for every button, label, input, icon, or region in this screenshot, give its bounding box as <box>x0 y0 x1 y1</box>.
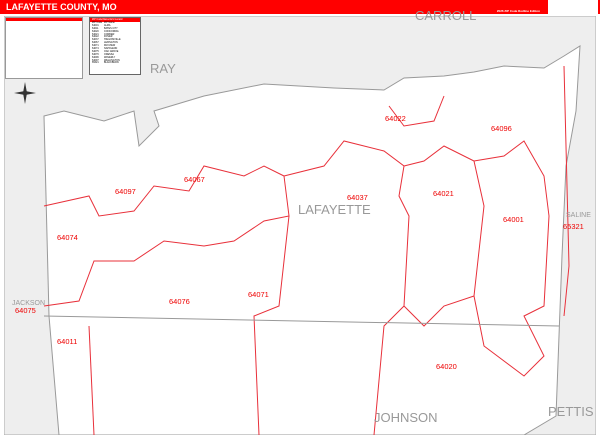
zip-label: 64020 <box>436 362 457 371</box>
zip-label: 64022 <box>385 114 406 123</box>
edition-label: 2026 ZIP Code Redline Edition <box>496 9 540 13</box>
zip-label: 64067 <box>184 175 205 184</box>
table-row: 65321 BLACKBURN <box>92 61 119 65</box>
county-label-lafayette: LAFAYETTE <box>298 202 371 217</box>
county-label-pettis: PETTIS <box>548 404 594 419</box>
publisher-logo <box>548 0 598 14</box>
zip-label: 64037 <box>347 193 368 202</box>
zip-label: 64096 <box>491 124 512 133</box>
zip-label: 64011 <box>57 337 78 346</box>
zip-label: 65321 <box>563 222 584 231</box>
zip-label: 64076 <box>169 297 190 306</box>
county-label-carroll: CARROLL <box>415 8 477 23</box>
header-bar: LAFAYETTE COUNTY, MO 2026 ZIP Code Redli… <box>0 0 600 14</box>
county-label-saline: SALINE <box>566 212 591 219</box>
map-legend <box>5 17 83 79</box>
zip-locator-table: ZIP Code/Name/Grid Locator ZIP Code ZIP N… <box>89 17 141 75</box>
zip-label: 64001 <box>503 215 524 224</box>
county-label-ray: RAY <box>150 61 176 76</box>
county-label-johnson: JOHNSON <box>374 410 438 425</box>
compass-rose-icon <box>14 82 36 104</box>
zip-label: 64074 <box>57 233 78 242</box>
zip-label: 64021 <box>433 189 454 198</box>
map-canvas[interactable] <box>4 16 596 435</box>
zip-label: 64097 <box>115 187 136 196</box>
zip-label: 64075 <box>15 306 36 315</box>
page-title: LAFAYETTE COUNTY, MO <box>6 2 117 12</box>
zip-label: 64071 <box>248 290 269 299</box>
